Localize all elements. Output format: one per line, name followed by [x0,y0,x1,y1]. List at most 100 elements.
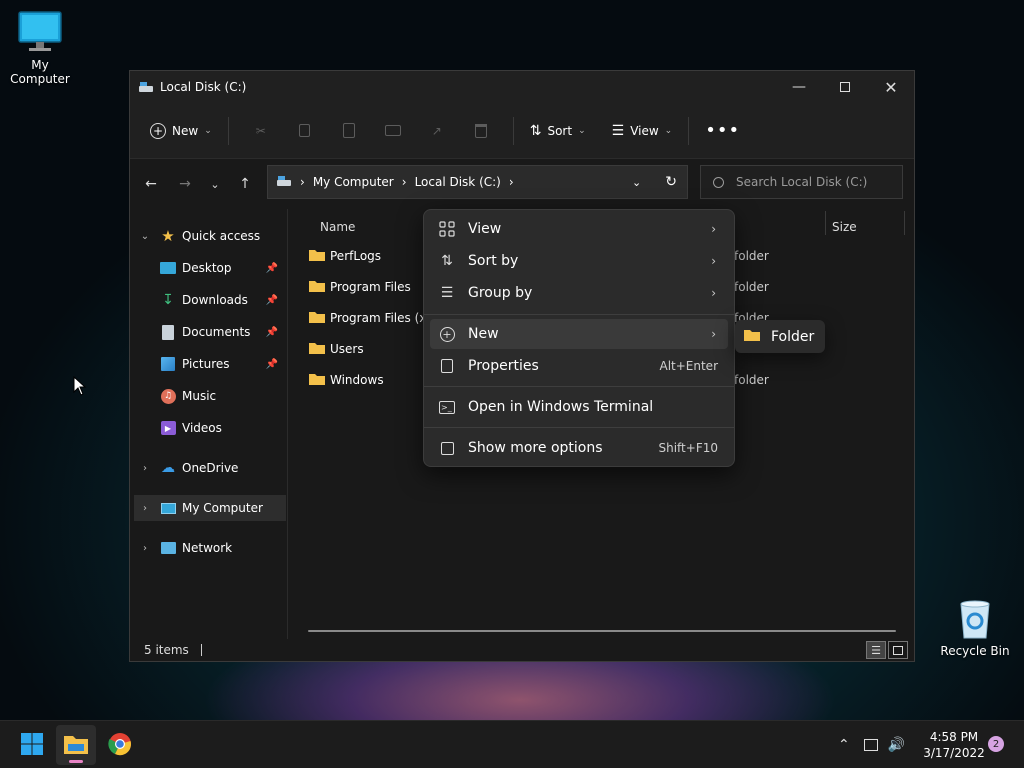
monitor-icon [17,10,63,54]
search-icon [713,176,724,188]
volume-icon[interactable]: 🔊 [888,737,905,753]
menu-separator [424,427,734,428]
desktop-my-computer[interactable]: My Computer [0,10,80,86]
column-header-size[interactable]: Size [832,215,857,239]
maximize-button[interactable] [822,71,868,103]
menu-label: Group by [468,285,533,301]
column-divider[interactable] [825,211,826,235]
recent-locations-button[interactable]: ⌄ [200,169,230,199]
file-row-users[interactable]: Users [308,336,364,362]
window-title: Local Disk (C:) [160,80,247,94]
folder-icon [308,310,326,327]
navigation-pane: ⌄ ★ Quick access Desktop 📌 ↧ Downloads 📌… [130,209,288,639]
address-bar[interactable]: › My Computer › Local Disk (C:) › ⌄ ↻ [267,165,688,199]
title-bar[interactable]: Local Disk (C:) — ✕ [130,71,914,103]
star-icon: ★ [161,227,175,245]
taskbar-clock[interactable]: 4:58 PM 3/17/2022 [918,729,990,761]
menu-item-windows-terminal[interactable]: >_ Open in Windows Terminal [430,392,728,422]
sidebar-label: My Computer [182,501,263,515]
rename-icon[interactable] [381,119,405,143]
refresh-icon[interactable]: ↻ [665,174,677,190]
column-divider[interactable] [904,211,905,235]
file-row-perflogs[interactable]: PerfLogs [308,243,381,269]
breadcrumb-local-disk[interactable]: Local Disk (C:) [415,175,501,189]
new-submenu-folder[interactable]: Folder [735,320,825,353]
paste-icon[interactable] [337,119,361,143]
tiles-view-button[interactable] [888,641,908,659]
chevron-down-icon: ⌄ [578,125,586,136]
copy-icon[interactable] [293,119,317,143]
tray-overflow-chevron-icon[interactable]: ⌃ [838,737,850,753]
notification-badge[interactable]: 2 [988,736,1004,752]
plus-circle-icon: + [150,122,166,139]
network-icon [160,540,176,556]
file-name: PerfLogs [330,249,382,263]
properties-icon [438,357,456,375]
menu-item-properties[interactable]: Properties Alt+Enter [430,351,728,381]
toolbar-divider [512,116,514,145]
cut-icon[interactable]: ✂ [249,119,273,143]
sidebar-item-documents[interactable]: Documents 📌 [130,319,286,345]
sidebar-item-desktop[interactable]: Desktop 📌 [130,255,286,281]
more-button[interactable]: ••• [699,115,746,147]
delete-icon[interactable] [469,119,493,143]
share-icon[interactable]: ↗ [425,119,449,143]
menu-item-sort-by[interactable]: ⇅ Sort by › [430,246,728,276]
command-bar: + New ⌄ ✂ ↗ ⇅ Sort ⌄ ☰ View ⌄ ••• [130,103,914,159]
taskbar-file-explorer[interactable] [56,725,96,765]
menu-label: Show more options [468,440,603,456]
menu-item-show-more-options[interactable]: Show more options Shift+F10 [430,433,728,463]
active-app-indicator [69,760,83,763]
minimize-button[interactable]: — [776,71,822,103]
search-input[interactable]: Search Local Disk (C:) [700,165,903,199]
start-button[interactable] [12,725,52,765]
network-status-icon[interactable] [863,739,878,751]
sidebar-label: OneDrive [182,461,239,475]
status-divider [200,644,202,656]
sidebar-item-onedrive[interactable]: › ☁ OneDrive [130,455,286,481]
chevron-right-icon: › [711,222,716,236]
up-button[interactable]: ↑ [230,169,260,199]
details-view-button[interactable]: ☰ [866,641,886,659]
chrome-icon [108,732,132,759]
close-button[interactable]: ✕ [868,71,914,103]
chevron-right-icon: › [143,462,147,474]
file-name: Program Files [330,280,411,294]
file-row-program-files-x86[interactable]: Program Files (x86 [308,305,442,331]
file-explorer-icon [63,733,89,758]
new-button[interactable]: + New ⌄ [144,115,218,147]
menu-item-group-by[interactable]: ☰ Group by › [430,278,728,308]
menu-item-new[interactable]: + New › [430,319,728,349]
file-row-program-files[interactable]: Program Files [308,274,411,300]
sidebar-item-network[interactable]: › Network [130,535,286,561]
sidebar-item-my-computer[interactable]: › My Computer [134,495,286,521]
view-button[interactable]: ☰ View ⌄ [606,115,679,147]
sort-label: Sort [547,123,573,138]
picture-icon [160,356,176,372]
sidebar-label: Music [182,389,217,403]
sort-button[interactable]: ⇅ Sort ⌄ [524,115,592,147]
desktop-my-computer-label: My Computer [10,58,70,86]
chevron-right-icon: › [711,254,716,268]
sidebar-item-downloads[interactable]: ↧ Downloads 📌 [130,287,286,313]
horizontal-scrollbar[interactable] [308,630,896,632]
chevron-right-icon: › [143,502,147,514]
desktop-recycle-bin[interactable]: Recycle Bin [935,598,1015,658]
sidebar-item-quick-access[interactable]: ⌄ ★ Quick access [130,223,286,249]
sidebar-item-music[interactable]: ♫ Music [130,383,286,409]
breadcrumb-my-computer[interactable]: My Computer [313,175,394,189]
taskbar-chrome[interactable] [100,725,140,765]
column-header-name[interactable]: Name [320,215,355,239]
sidebar-item-videos[interactable]: ▶ Videos [130,415,286,441]
chevron-right-icon: › [143,542,147,554]
status-bar: 5 items ☰ [130,639,914,661]
sidebar-item-pictures[interactable]: Pictures 📌 [130,351,286,377]
desktop-icon [160,260,176,276]
file-row-windows[interactable]: Windows [308,367,384,393]
back-button[interactable]: ← [136,169,166,199]
pin-icon: 📌 [265,262,278,274]
address-dropdown-icon[interactable]: ⌄ [632,176,641,189]
menu-item-view[interactable]: View › [430,214,728,244]
menu-separator [424,314,734,315]
forward-button[interactable]: → [170,169,200,199]
